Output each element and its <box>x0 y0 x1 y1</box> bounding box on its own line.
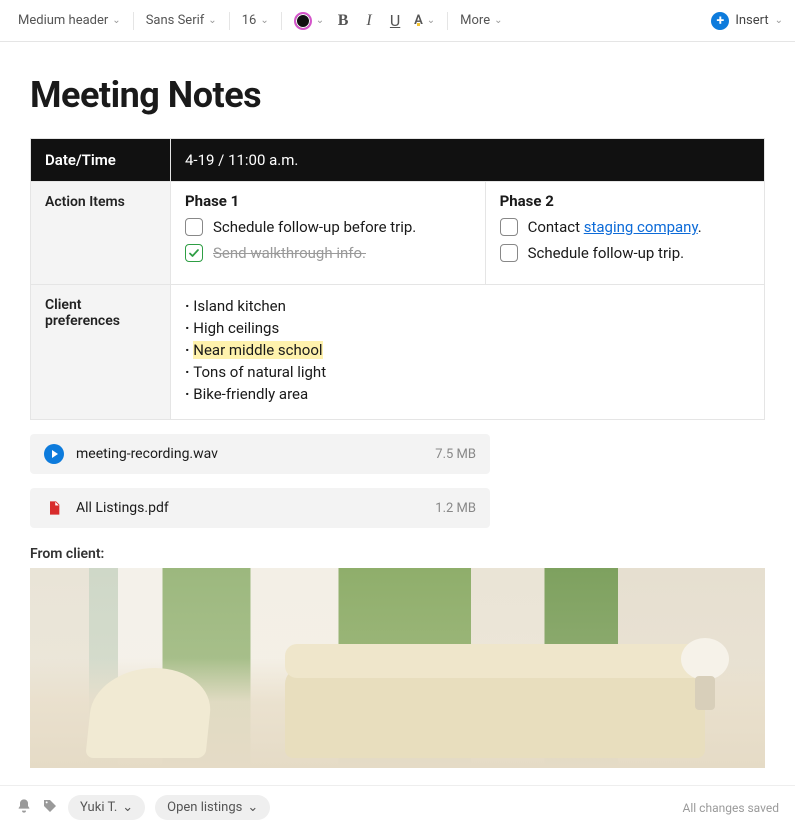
plus-circle-icon: + <box>711 12 729 30</box>
datetime-header[interactable]: Date/Time <box>31 139 171 182</box>
photo-lamp <box>675 638 735 710</box>
attachment-name: All Listings.pdf <box>76 500 423 516</box>
attachment-size: 7.5 MB <box>435 447 476 462</box>
checkbox[interactable] <box>185 244 203 262</box>
pref-item[interactable]: Near middle school <box>185 339 750 361</box>
phase2-title: Phase 2 <box>500 192 750 210</box>
attachment-row[interactable]: All Listings.pdf 1.2 MB <box>30 488 490 528</box>
separator <box>133 12 134 30</box>
checklist-item: Contact staging company. <box>500 218 750 236</box>
checklist-item: Schedule follow-up trip. <box>500 244 750 262</box>
attachment-name: meeting-recording.wav <box>76 446 423 462</box>
client-photo[interactable] <box>30 568 765 768</box>
chevron-down-icon: ⌄ <box>316 15 324 26</box>
bold-button[interactable]: B <box>330 8 356 34</box>
font-family-label: Sans Serif <box>146 13 205 28</box>
paragraph-style-label: Medium header <box>18 13 108 28</box>
photo-sofa <box>285 668 705 758</box>
pref-item[interactable]: Bike-friendly area <box>185 383 750 405</box>
document-body[interactable]: Meeting Notes Date/Time 4-19 / 11:00 a.m… <box>0 42 795 768</box>
checklist-text[interactable]: Contact staging company. <box>528 218 702 236</box>
chevron-down-icon: ⌄ <box>775 15 783 26</box>
separator <box>229 12 230 30</box>
checklist-item: Schedule follow-up before trip. <box>185 218 471 236</box>
insert-dropdown[interactable]: + Insert ⌄ <box>711 12 783 30</box>
font-size-label: 16 <box>242 13 257 28</box>
checklist-item: Send walkthrough info. <box>185 244 471 262</box>
staging-company-link[interactable]: staging company <box>584 218 698 236</box>
formatting-toolbar: Medium header ⌄ Sans Serif ⌄ 16 ⌄ ⌄ B I … <box>0 0 795 42</box>
phase1-title: Phase 1 <box>185 192 471 210</box>
attachment-size: 1.2 MB <box>435 501 476 516</box>
highlight-icon: A <box>414 13 423 28</box>
more-label: More <box>460 13 490 28</box>
text-color-dropdown[interactable]: ⌄ <box>288 8 330 34</box>
more-formatting-dropdown[interactable]: More ⌄ <box>454 9 508 32</box>
font-size-dropdown[interactable]: 16 ⌄ <box>236 9 275 32</box>
chevron-down-icon: ⌄ <box>427 15 435 26</box>
chevron-down-icon: ⌄ <box>494 15 502 26</box>
highlight-dropdown[interactable]: A ⌄ <box>408 9 441 32</box>
datetime-value[interactable]: 4-19 / 11:00 a.m. <box>171 139 765 182</box>
checklist-text[interactable]: Schedule follow-up trip. <box>528 244 685 262</box>
italic-button[interactable]: I <box>356 8 382 34</box>
separator <box>447 12 448 30</box>
user-name: Yuki T. <box>80 800 117 815</box>
separator <box>281 12 282 30</box>
from-client-label: From client: <box>30 546 765 562</box>
checkbox[interactable] <box>500 218 518 236</box>
client-prefs-label[interactable]: Client preferences <box>31 285 171 420</box>
chevron-down-icon: ⌄ <box>122 800 133 815</box>
chevron-down-icon: ⌄ <box>247 800 258 815</box>
status-bar: Yuki T. ⌄ Open listings ⌄ All changes sa… <box>0 785 795 829</box>
color-swatch-icon <box>294 12 312 30</box>
pdf-icon <box>44 498 64 518</box>
font-family-dropdown[interactable]: Sans Serif ⌄ <box>140 9 223 32</box>
prefs-list: Island kitchenHigh ceilingsNear middle s… <box>185 295 750 405</box>
paragraph-style-dropdown[interactable]: Medium header ⌄ <box>12 9 127 32</box>
user-chip[interactable]: Yuki T. ⌄ <box>68 795 145 820</box>
checkbox[interactable] <box>500 244 518 262</box>
notifications-icon[interactable] <box>16 798 32 818</box>
phase1-cell[interactable]: Phase 1 Schedule follow-up before trip. S… <box>171 182 486 285</box>
add-tag-icon[interactable] <box>42 798 58 818</box>
checklist-text[interactable]: Send walkthrough info. <box>213 244 366 262</box>
meeting-table: Date/Time 4-19 / 11:00 a.m. Action Items… <box>30 138 765 420</box>
open-listings-label: Open listings <box>167 800 242 815</box>
save-status: All changes saved <box>683 801 779 815</box>
play-icon <box>44 444 64 464</box>
action-items-label[interactable]: Action Items <box>31 182 171 285</box>
chevron-down-icon: ⌄ <box>208 15 216 26</box>
pref-item[interactable]: High ceilings <box>185 317 750 339</box>
chevron-down-icon: ⌄ <box>112 15 120 26</box>
checkbox[interactable] <box>185 218 203 236</box>
chevron-down-icon: ⌄ <box>260 15 268 26</box>
client-prefs-cell[interactable]: Island kitchenHigh ceilingsNear middle s… <box>171 285 765 420</box>
photo-chair <box>85 668 214 758</box>
open-listings-chip[interactable]: Open listings ⌄ <box>155 795 270 820</box>
checklist-text[interactable]: Schedule follow-up before trip. <box>213 218 416 236</box>
phase2-cell[interactable]: Phase 2 Contact staging company. Schedule… <box>485 182 764 285</box>
page-title[interactable]: Meeting Notes <box>30 74 765 116</box>
pref-item[interactable]: Tons of natural light <box>185 361 750 383</box>
insert-label: Insert <box>735 13 768 28</box>
pref-item[interactable]: Island kitchen <box>185 295 750 317</box>
underline-button[interactable]: U <box>382 8 408 34</box>
attachment-row[interactable]: meeting-recording.wav 7.5 MB <box>30 434 490 474</box>
